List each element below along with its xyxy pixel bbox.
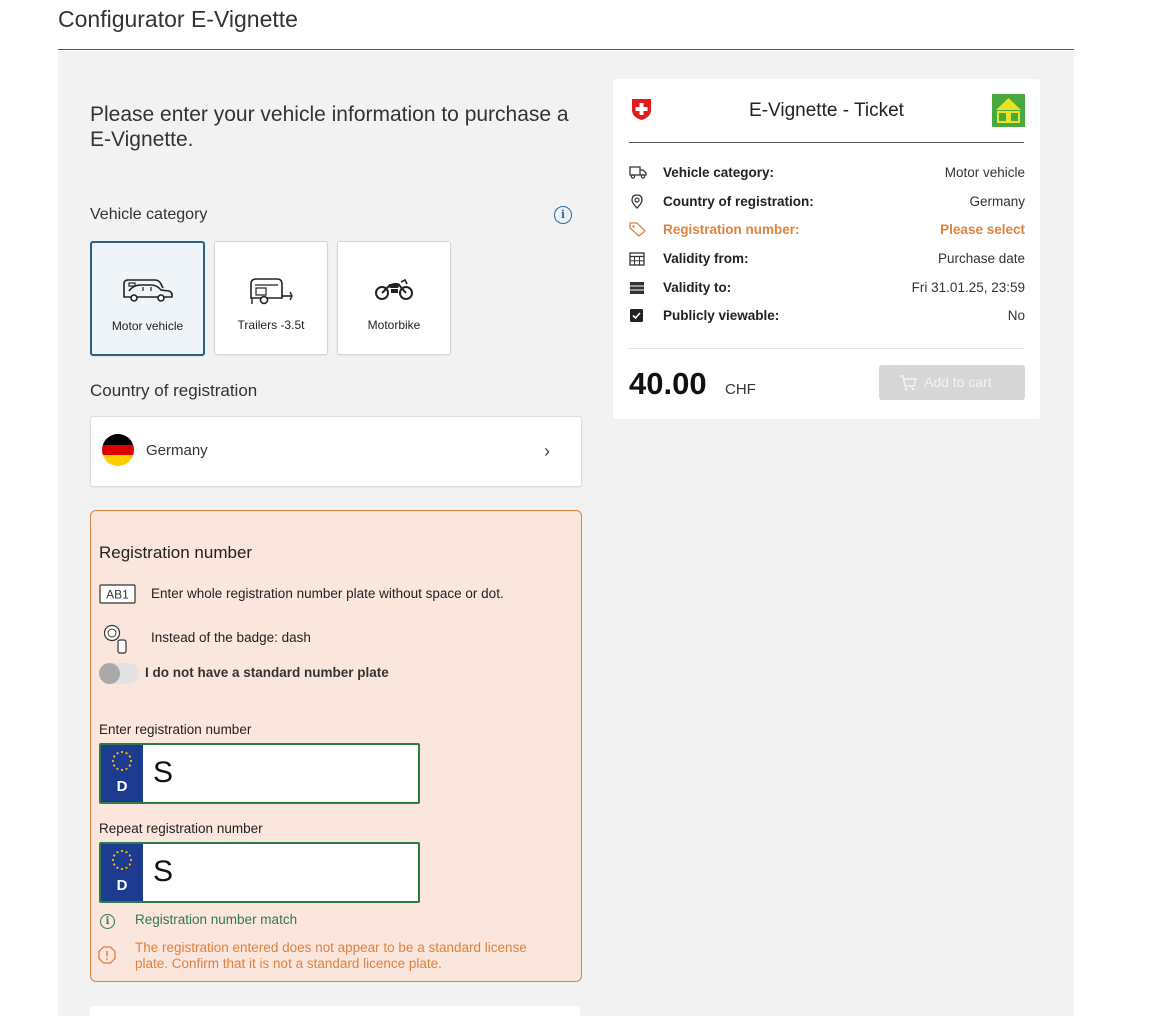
category-motor-vehicle[interactable]: Motor vehicle (90, 241, 205, 356)
intro-text: Please enter your vehicle information to… (90, 103, 569, 151)
ticket-row-publicly-viewable: Publicly viewable: No (629, 306, 1025, 326)
motorbike-icon (375, 278, 413, 300)
ticket-row-registration: Registration number: Please select (629, 220, 1025, 240)
badge-hint: Instead of the badge: dash (151, 630, 311, 645)
info-icon[interactable]: i (554, 206, 572, 224)
ticket-title: E-Vignette - Ticket (749, 100, 904, 121)
category-label: Trailers -3.5t (237, 318, 305, 332)
ticket-divider (629, 348, 1024, 349)
country-value: Germany (146, 442, 208, 459)
eu-plate-badge: D (101, 745, 143, 802)
vehicle-category-label: Vehicle category (90, 206, 208, 223)
car-with-camper-icon (122, 279, 173, 302)
ticket-summary: E-Vignette - Ticket Vehicle category: Mo… (613, 79, 1040, 419)
plate-hint: Enter whole registration number plate wi… (151, 586, 504, 601)
location-pin-icon (631, 194, 643, 209)
next-section-card (90, 1006, 580, 1026)
trailer-icon (250, 278, 293, 305)
tag-icon (629, 222, 646, 237)
truck-icon (629, 166, 647, 179)
enter-registration-label: Enter registration number (99, 722, 252, 737)
registration-value: S (153, 756, 174, 789)
repeat-registration-input[interactable]: D S (99, 842, 420, 903)
country-label: Country of registration (90, 381, 258, 400)
enter-registration-input[interactable]: D S (99, 743, 420, 804)
warning-icon (98, 946, 116, 964)
cart-icon (900, 375, 917, 391)
germany-flag-icon (102, 434, 134, 466)
registration-title: Registration number (99, 543, 253, 562)
price-amount: 40.00 (629, 366, 707, 401)
ticket-row-country: Country of registration: Germany (629, 192, 1025, 212)
eu-plate-badge: D (101, 844, 143, 901)
checkbox-checked-icon (630, 309, 643, 322)
match-message: Registration number match (135, 912, 298, 927)
title-divider (58, 49, 1074, 50)
warning-message: The registration entered does not appear… (135, 940, 527, 971)
badge-icon (103, 624, 127, 654)
repeat-registration-label: Repeat registration number (99, 821, 263, 836)
page-title: Configurator E-Vignette (58, 6, 298, 32)
add-to-cart-button[interactable]: Add to cart (879, 365, 1025, 400)
standard-plate-toggle[interactable] (99, 663, 139, 684)
price-currency: CHF (725, 381, 756, 398)
category-label: Motorbike (367, 318, 421, 332)
registration-section: Registration number AB1 Enter whole regi… (90, 510, 582, 982)
calendar-filled-icon (630, 282, 644, 294)
info-icon: i (100, 914, 115, 929)
toggle-label: I do not have a standard number plate (145, 665, 389, 680)
ticket-row-validity-from: Validity from: Purchase date (629, 249, 1025, 269)
category-motorbike[interactable]: Motorbike (337, 241, 451, 355)
eu-stars-icon (111, 750, 133, 772)
eu-stars-icon (111, 849, 133, 871)
country-selector[interactable]: Germany › (90, 416, 582, 487)
ticket-row-vehicle-category: Vehicle category: Motor vehicle (629, 163, 1025, 183)
ticket-row-validity-to: Validity to: Fri 31.01.25, 23:59 (629, 278, 1025, 298)
category-label: Motor vehicle (111, 319, 184, 333)
registration-value: S (153, 855, 174, 888)
number-plate-icon: AB1 (99, 584, 136, 604)
vignette-logo-icon (992, 94, 1025, 127)
chevron-right-icon: › (544, 441, 550, 461)
calendar-icon (629, 252, 645, 266)
svg-text:AB1: AB1 (106, 588, 129, 602)
category-trailers[interactable]: Trailers -3.5t (214, 241, 328, 355)
ticket-divider (629, 142, 1024, 143)
